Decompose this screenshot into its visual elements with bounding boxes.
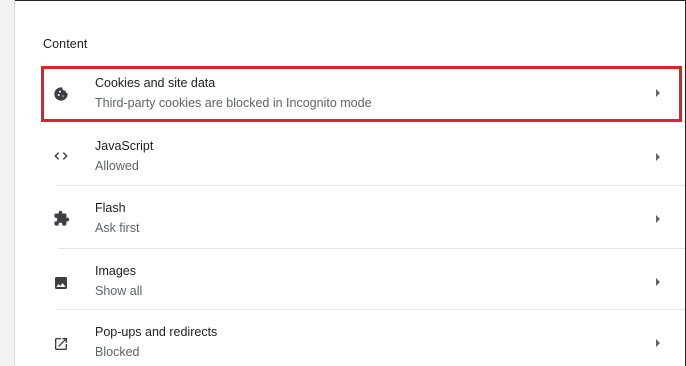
settings-row-cookies[interactable]: Cookies and site data Third-party cookie… xyxy=(15,66,685,122)
chevron-right-icon xyxy=(654,338,662,348)
row-divider xyxy=(58,121,685,122)
row-sublabel: Show all xyxy=(95,284,143,298)
chevron-right-icon xyxy=(654,214,662,224)
row-sublabel: Third-party cookies are blocked in Incog… xyxy=(95,96,372,110)
row-label: Flash xyxy=(95,201,126,215)
row-sublabel: Ask first xyxy=(95,221,140,235)
puzzle-piece-icon xyxy=(51,208,71,228)
cookie-icon xyxy=(51,84,71,104)
row-label: Cookies and site data xyxy=(95,76,216,90)
section-title: Content xyxy=(43,37,88,51)
row-label: Images xyxy=(95,264,136,278)
settings-row-javascript[interactable]: JavaScript Allowed xyxy=(15,126,685,186)
open-in-new-icon xyxy=(51,334,71,354)
image-icon xyxy=(51,273,71,293)
row-sublabel: Allowed xyxy=(95,159,139,173)
chevron-right-icon xyxy=(654,277,662,287)
row-label: JavaScript xyxy=(95,139,154,153)
row-label: Pop-ups and redirects xyxy=(95,325,218,339)
settings-row-flash[interactable]: Flash Ask first xyxy=(15,186,685,249)
row-sublabel: Blocked xyxy=(95,345,140,359)
chevron-right-icon xyxy=(654,88,662,98)
settings-row-images[interactable]: Images Show all xyxy=(15,249,685,310)
code-icon xyxy=(51,146,71,166)
settings-row-popups[interactable]: Pop-ups and redirects Blocked xyxy=(15,310,685,366)
settings-page: Content Cookies and site data Third-part… xyxy=(0,0,686,366)
chevron-right-icon xyxy=(654,152,662,162)
